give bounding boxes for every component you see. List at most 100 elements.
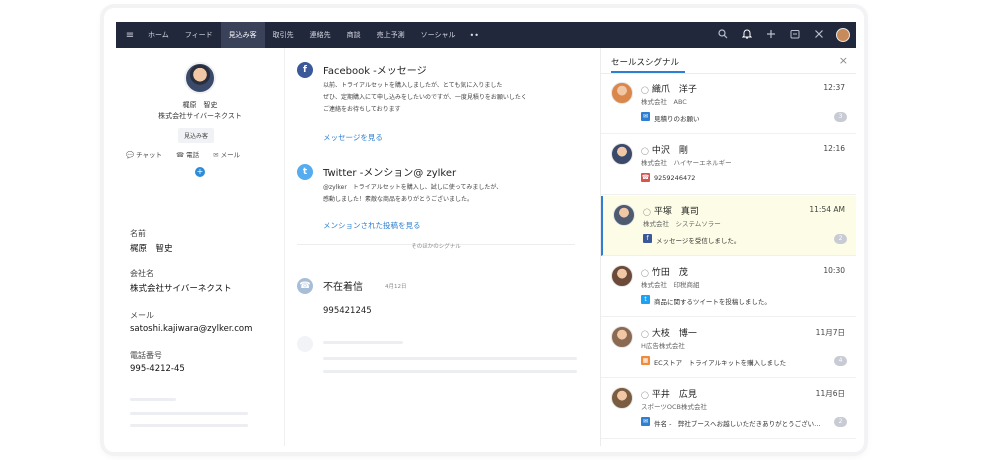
- tab-accounts[interactable]: 取引先: [265, 22, 302, 48]
- signal-message: 商品に関するツイートを投稿しました。: [654, 298, 771, 306]
- signal-person[interactable]: ◯ 中沢 剛: [641, 143, 688, 156]
- skeleton-line: [130, 412, 248, 415]
- lead-actions: 💬 チャット ☎ 電話 ✉ メール: [126, 149, 240, 159]
- mail-action[interactable]: ✉ メール: [213, 149, 240, 159]
- signal-person[interactable]: ◯ 大枝 博一: [641, 326, 697, 339]
- count-badge: 3: [834, 112, 847, 122]
- more-tabs-button[interactable]: ••: [464, 31, 485, 40]
- crm-app: ≡ ホーム フィード 見込み客 取引先 連絡先 商談 売上予測 ソーシャル ••: [116, 22, 856, 446]
- sales-signals-panel: セールスシグナル × ◯ 織爪 洋子 12:37 株式会社 ABC ✉ 見積りのお願い 3 ◯…: [600, 48, 856, 446]
- signal-person[interactable]: ◯ 平塚 真司: [643, 204, 699, 217]
- signal-person[interactable]: ◯ 織爪 洋子: [641, 82, 697, 95]
- twitter-icon: t: [297, 164, 313, 180]
- mail-icon: ✉: [213, 151, 219, 159]
- signal-message: ECストア トライアルキットを購入しました: [654, 359, 787, 367]
- tab-contacts[interactable]: 連絡先: [302, 22, 339, 48]
- person-icon: ◯: [641, 86, 649, 94]
- contact-avatar: [611, 326, 633, 348]
- skeleton-line: [323, 370, 577, 373]
- calendar-icon[interactable]: [788, 29, 802, 42]
- lead-status-tag: 見込み客: [178, 128, 215, 143]
- signal-company: 株式会社 印税商組: [641, 281, 700, 289]
- tab-forecast[interactable]: 売上予測: [369, 22, 413, 48]
- close-icon[interactable]: ×: [839, 54, 848, 67]
- sales-signals-title: セールスシグナル: [611, 58, 680, 68]
- person-icon: ◯: [641, 330, 649, 338]
- mail-icon: ✉: [641, 112, 650, 121]
- contact-avatar: [611, 82, 633, 104]
- signal-person[interactable]: ◯ 平井 広見: [641, 387, 697, 400]
- signal-item[interactable]: ◯ 平塚 真司 11:54 AM 株式会社 システムソラー f メッセージを受信しました。…: [601, 196, 856, 256]
- signal-time: 12:16: [823, 144, 845, 153]
- phone-missed-icon: ☎: [297, 278, 313, 294]
- signal-company: 株式会社 ハイヤーエネルギー: [641, 159, 732, 167]
- facebook-message-body: 以前、トライアルセットを購入しましたが、とても気に入りました ぜひ、定期購入にて…: [323, 82, 527, 113]
- signal-item[interactable]: ◯ 織爪 洋子 12:37 株式会社 ABC ✉ 見積りのお願い 3: [601, 74, 856, 134]
- phone-field-value: 995-4212-45: [130, 364, 185, 374]
- missed-call-date: 4月12日: [385, 284, 407, 290]
- lead-profile-pane: 梶原 智史 株式会社サイバーネクスト 見込み客 💬 チャット ☎ 電話 ✉ メール +…: [116, 48, 284, 446]
- mail-icon: ✉: [641, 417, 650, 426]
- nav-tools: [716, 28, 856, 42]
- signal-time: 10:30: [823, 266, 845, 275]
- store-icon: ▦: [641, 356, 650, 365]
- person-icon: ◯: [641, 269, 649, 277]
- tab-deals[interactable]: 商談: [339, 22, 369, 48]
- contact-avatar: [611, 143, 633, 165]
- chat-action[interactable]: 💬 チャット: [126, 149, 162, 159]
- bell-icon[interactable]: [740, 28, 754, 42]
- lead-company: 株式会社サイバーネクスト: [158, 112, 242, 120]
- tab-social[interactable]: ソーシャル: [413, 22, 464, 48]
- hamburger-icon[interactable]: ≡: [120, 30, 140, 41]
- person-icon: ◯: [643, 208, 651, 216]
- signal-company: 株式会社 ABC: [641, 98, 687, 106]
- phone-field-label: 電話番号: [130, 351, 162, 360]
- skeleton-line: [130, 398, 176, 401]
- tab-feed[interactable]: フィード: [177, 22, 221, 48]
- add-action-button[interactable]: +: [195, 167, 205, 177]
- lead-avatar: [184, 62, 216, 94]
- signal-item[interactable]: ◯ 中沢 剛 12:16 株式会社 ハイヤーエネルギー ☎ 9259246472: [601, 135, 856, 195]
- signal-item[interactable]: ◯ 平井 広見 11月6日スポーツOCB株式会社 ✉ 件名 - 弊社ブースへお越しいただ…: [601, 379, 856, 439]
- lead-name: 梶原 智史: [182, 101, 218, 109]
- user-avatar[interactable]: [836, 28, 850, 42]
- name-field-value: 梶原 智史: [130, 244, 173, 254]
- tab-home[interactable]: ホーム: [140, 22, 177, 48]
- skeleton-line: [323, 357, 577, 360]
- facebook-message-title: Facebook -メッセージ: [323, 66, 427, 77]
- person-icon: ◯: [641, 147, 649, 155]
- name-field-label: 名前: [130, 229, 146, 238]
- signal-time: 11月7日: [815, 328, 845, 337]
- signal-company: H広告株式会社: [641, 342, 685, 350]
- search-icon[interactable]: [716, 28, 730, 42]
- signal-message: 見積りのお願い: [654, 115, 700, 123]
- facebook-icon: f: [297, 62, 313, 78]
- twitter-mention-body: @zylker トライアルセットを購入し、試しに使ってみましたが、 感動しました…: [323, 184, 503, 203]
- placeholder-icon: [297, 336, 313, 352]
- missed-call-title: 不在着信: [323, 282, 363, 293]
- signal-time: 11月6日: [815, 389, 845, 398]
- signal-item[interactable]: ◯ 大枝 博一 11月7日 H広告株式会社 ▦ ECストア トライアルキットを購入しました…: [601, 318, 856, 378]
- email-field-label: メール: [130, 311, 154, 320]
- skeleton-line: [130, 424, 248, 427]
- signal-message: 件名 - 弊社ブースへお越しいただきありがとうござい…: [654, 420, 821, 428]
- count-badge: 2: [834, 417, 847, 427]
- tab-leads[interactable]: 見込み客: [220, 22, 265, 48]
- contact-avatar: [611, 265, 633, 287]
- signal-person[interactable]: ◯ 竹田 茂: [641, 265, 688, 278]
- view-mention-link[interactable]: メンションされた投稿を見る: [323, 220, 421, 231]
- company-field-label: 会社名: [130, 269, 154, 278]
- skeleton-line: [323, 341, 403, 344]
- plus-icon[interactable]: [764, 29, 778, 42]
- signal-company: スポーツOCB株式会社: [641, 403, 707, 411]
- twitter-icon: t: [641, 295, 650, 304]
- view-message-link[interactable]: メッセージを見る: [323, 132, 383, 143]
- company-field-value: 株式会社サイバーネクスト: [130, 284, 232, 294]
- call-action[interactable]: ☎ 電話: [176, 149, 199, 159]
- phone-icon: ☎: [176, 151, 185, 159]
- tools-icon[interactable]: [812, 29, 826, 42]
- top-nav: ≡ ホーム フィード 見込み客 取引先 連絡先 商談 売上予測 ソーシャル ••: [116, 22, 856, 48]
- person-icon: ◯: [641, 391, 649, 399]
- signal-message: 9259246472: [654, 174, 696, 182]
- signal-item[interactable]: ◯ 竹田 茂 10:30 株式会社 印税商組 t 商品に関するツイートを投稿しました。: [601, 257, 856, 317]
